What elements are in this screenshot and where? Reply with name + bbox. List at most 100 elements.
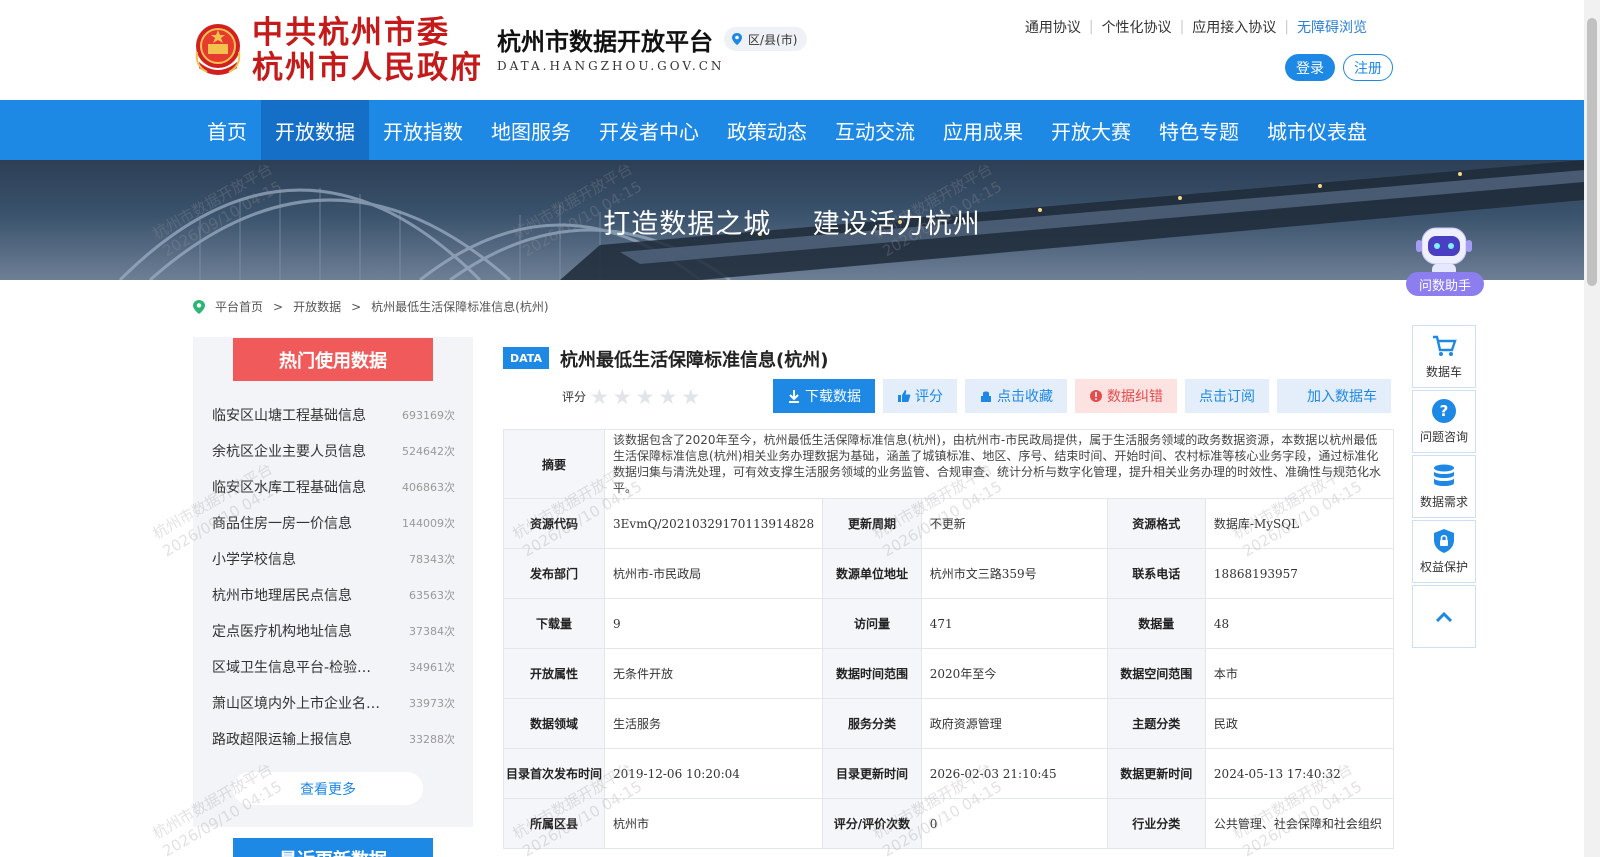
field-value: 杭州市 bbox=[604, 798, 824, 849]
field-value: 政府资源管理 bbox=[920, 698, 1108, 749]
breadcrumb-home[interactable]: 平台首页 bbox=[215, 298, 263, 315]
link-accessibility[interactable]: 无障碍浏览 bbox=[1289, 17, 1375, 37]
favorite-button[interactable]: 点击收藏 bbox=[965, 379, 1067, 413]
breadcrumb-open-data[interactable]: 开放数据 bbox=[293, 298, 341, 315]
rating-stars[interactable]: ★ ★ ★ ★ ★ bbox=[590, 385, 700, 409]
dataset-title: 杭州最低生活保障标准信息(杭州) bbox=[560, 350, 829, 371]
table-row: 发布部门 杭州市-市民政局 数源单位地址 杭州市文三路359号 联系电话 188681… bbox=[502, 548, 1395, 599]
hot-data-name: 商品住房一房一价信息 bbox=[212, 516, 352, 532]
star-icon[interactable]: ★ bbox=[681, 385, 700, 409]
table-row: 开放属性 无条件开放 数据时间范围 2020年至今 数据空间范围 本市 bbox=[502, 648, 1395, 699]
nav-item-home[interactable]: 首页 bbox=[193, 100, 261, 160]
link-app-access-agreement[interactable]: 应用接入协议 bbox=[1184, 17, 1284, 37]
field-key: 数源单位地址 bbox=[822, 548, 922, 599]
database-icon bbox=[1434, 464, 1454, 486]
star-icon[interactable]: ★ bbox=[658, 385, 677, 409]
nav-item-open-index[interactable]: 开放指数 bbox=[369, 100, 477, 160]
hot-data-item[interactable]: 区域卫生信息平台-检验… 34961次 bbox=[212, 649, 455, 685]
field-key: 目录首次发布时间 bbox=[502, 748, 606, 799]
download-icon bbox=[789, 390, 799, 403]
hot-data-item[interactable]: 小学学校信息 78343次 bbox=[212, 541, 455, 577]
report-error-button[interactable]: 数据纠错 bbox=[1075, 379, 1177, 413]
question-icon: ? bbox=[1432, 399, 1456, 423]
hot-data-item[interactable]: 定点医疗机构地址信息 37384次 bbox=[212, 613, 455, 649]
dataset-info-table: 摘要 该数据包含了2020年至今，杭州最低生活保障标准信息(杭州)，由杭州市-市… bbox=[502, 429, 1395, 849]
nav-item-open-contest[interactable]: 开放大赛 bbox=[1037, 100, 1145, 160]
hot-data-item[interactable]: 萧山区境内外上市企业名… 33973次 bbox=[212, 685, 455, 721]
link-personal-agreement[interactable]: 个性化协议 bbox=[1094, 17, 1180, 37]
breadcrumb-separator: > bbox=[351, 299, 362, 314]
rate-button[interactable]: 评分 bbox=[883, 379, 957, 413]
field-value: 48 bbox=[1204, 598, 1395, 649]
field-value: 公共管理、社会保障和社会组织 bbox=[1204, 798, 1395, 849]
page-scrollbar[interactable] bbox=[1584, 0, 1600, 857]
data-cart-button[interactable]: 数据车 bbox=[1412, 325, 1476, 388]
nav-item-developer-center[interactable]: 开发者中心 bbox=[585, 100, 713, 160]
hot-data-name: 区域卫生信息平台-检验… bbox=[212, 660, 372, 676]
field-value: 民政 bbox=[1204, 698, 1395, 749]
login-button[interactable]: 登录 bbox=[1285, 54, 1335, 81]
register-button[interactable]: 注册 bbox=[1343, 54, 1393, 81]
recent-data-title: 最近更新数据 bbox=[233, 838, 433, 857]
nav-item-open-data[interactable]: 开放数据 bbox=[261, 100, 369, 160]
assistant-label[interactable]: 问数助手 bbox=[1406, 272, 1484, 296]
region-selector[interactable]: 区/县(市) bbox=[724, 27, 808, 51]
summary-value: 该数据包含了2020年至今，杭州最低生活保障标准信息(杭州)，由杭州市-市民政局… bbox=[604, 429, 1394, 499]
rights-protection-button[interactable]: 权益保护 bbox=[1412, 520, 1476, 583]
hot-data-count: 406863次 bbox=[402, 481, 455, 494]
add-to-data-cart-button[interactable]: 加入数据车 bbox=[1277, 379, 1391, 413]
field-key: 主题分类 bbox=[1106, 698, 1206, 749]
location-pin-icon bbox=[193, 299, 205, 314]
hot-data-title: 热门使用数据 bbox=[233, 338, 433, 381]
nav-item-map-service[interactable]: 地图服务 bbox=[477, 100, 585, 160]
hot-data-item[interactable]: 杭州市地理居民点信息 63563次 bbox=[212, 577, 455, 613]
nav-item-interaction[interactable]: 互动交流 bbox=[821, 100, 929, 160]
field-key: 目录更新时间 bbox=[822, 748, 922, 799]
field-value: 2024-05-13 17:40:32 bbox=[1204, 748, 1395, 799]
nav-item-policy-news[interactable]: 政策动态 bbox=[713, 100, 821, 160]
breadcrumb-separator: > bbox=[273, 299, 284, 314]
data-request-button[interactable]: 数据需求 bbox=[1412, 455, 1476, 518]
hot-data-name: 萧山区境内外上市企业名… bbox=[212, 696, 380, 712]
site-header: 中共杭州市委 杭州市人民政府 杭州市数据开放平台 DATA.HANGZHOU.G… bbox=[0, 0, 1584, 100]
star-icon[interactable]: ★ bbox=[613, 385, 632, 409]
field-value: 本市 bbox=[1204, 648, 1395, 699]
field-value: 不更新 bbox=[920, 498, 1108, 549]
nav-item-city-dashboard[interactable]: 城市仪表盘 bbox=[1253, 100, 1381, 160]
hot-data-item[interactable]: 临安区水库工程基础信息 406863次 bbox=[212, 469, 455, 505]
nav-item-special-topics[interactable]: 特色专题 bbox=[1145, 100, 1253, 160]
platform-name[interactable]: 杭州市数据开放平台 bbox=[497, 22, 713, 57]
field-key: 服务分类 bbox=[822, 698, 922, 749]
cart-icon bbox=[1433, 335, 1457, 356]
star-icon[interactable]: ★ bbox=[590, 385, 609, 409]
view-more-button[interactable]: 查看更多 bbox=[233, 772, 423, 805]
gov-name-line1: 中共杭州市委 bbox=[252, 15, 450, 51]
table-row: 所属区县 杭州市 评分/评价次数 0 行业分类 公共管理、社会保障和社会组织 bbox=[502, 798, 1395, 849]
location-pin-icon bbox=[732, 33, 742, 45]
slogan-left: 打造数据之城 bbox=[603, 209, 772, 240]
hot-data-item[interactable]: 临安区山塘工程基础信息 693169次 bbox=[212, 397, 455, 433]
star-icon[interactable]: ★ bbox=[636, 385, 655, 409]
download-data-button[interactable]: 下载数据 bbox=[773, 379, 875, 413]
nav-item-app-results[interactable]: 应用成果 bbox=[929, 100, 1037, 160]
subscribe-button[interactable]: 点击订阅 bbox=[1185, 379, 1269, 413]
field-key: 联系电话 bbox=[1106, 548, 1206, 599]
government-name[interactable]: 中共杭州市委 杭州市人民政府 bbox=[252, 16, 483, 86]
question-consult-button[interactable]: ? 问题咨询 bbox=[1412, 390, 1476, 453]
scrollbar-thumb[interactable] bbox=[1587, 18, 1597, 286]
hot-data-item[interactable]: 余杭区企业主要人员信息 524642次 bbox=[212, 433, 455, 469]
top-links: 通用协议 | 个性化协议 | 应用接入协议 | 无障碍浏览 bbox=[1017, 17, 1375, 37]
field-value: 0 bbox=[920, 798, 1108, 849]
hot-data-name: 临安区山塘工程基础信息 bbox=[212, 408, 366, 424]
field-value: 3EvmQ/20210329170113914828 bbox=[604, 498, 824, 549]
field-value: 2026-02-03 21:10:45 bbox=[920, 748, 1108, 799]
rating-label: 评分 bbox=[562, 390, 587, 404]
hot-data-item[interactable]: 路政超限运输上报信息 33288次 bbox=[212, 721, 455, 757]
hero-banner: 打造数据之城 建设活力杭州 bbox=[0, 160, 1584, 280]
link-general-agreement[interactable]: 通用协议 bbox=[1017, 17, 1089, 37]
hot-data-item[interactable]: 商品住房一房一价信息 144009次 bbox=[212, 505, 455, 541]
hot-data-name: 临安区水库工程基础信息 bbox=[212, 480, 366, 496]
hot-data-list: 临安区山塘工程基础信息 693169次 余杭区企业主要人员信息 524642次 临安… bbox=[212, 397, 455, 757]
hot-data-count: 33288次 bbox=[409, 733, 455, 746]
back-to-top-button[interactable] bbox=[1412, 585, 1476, 648]
